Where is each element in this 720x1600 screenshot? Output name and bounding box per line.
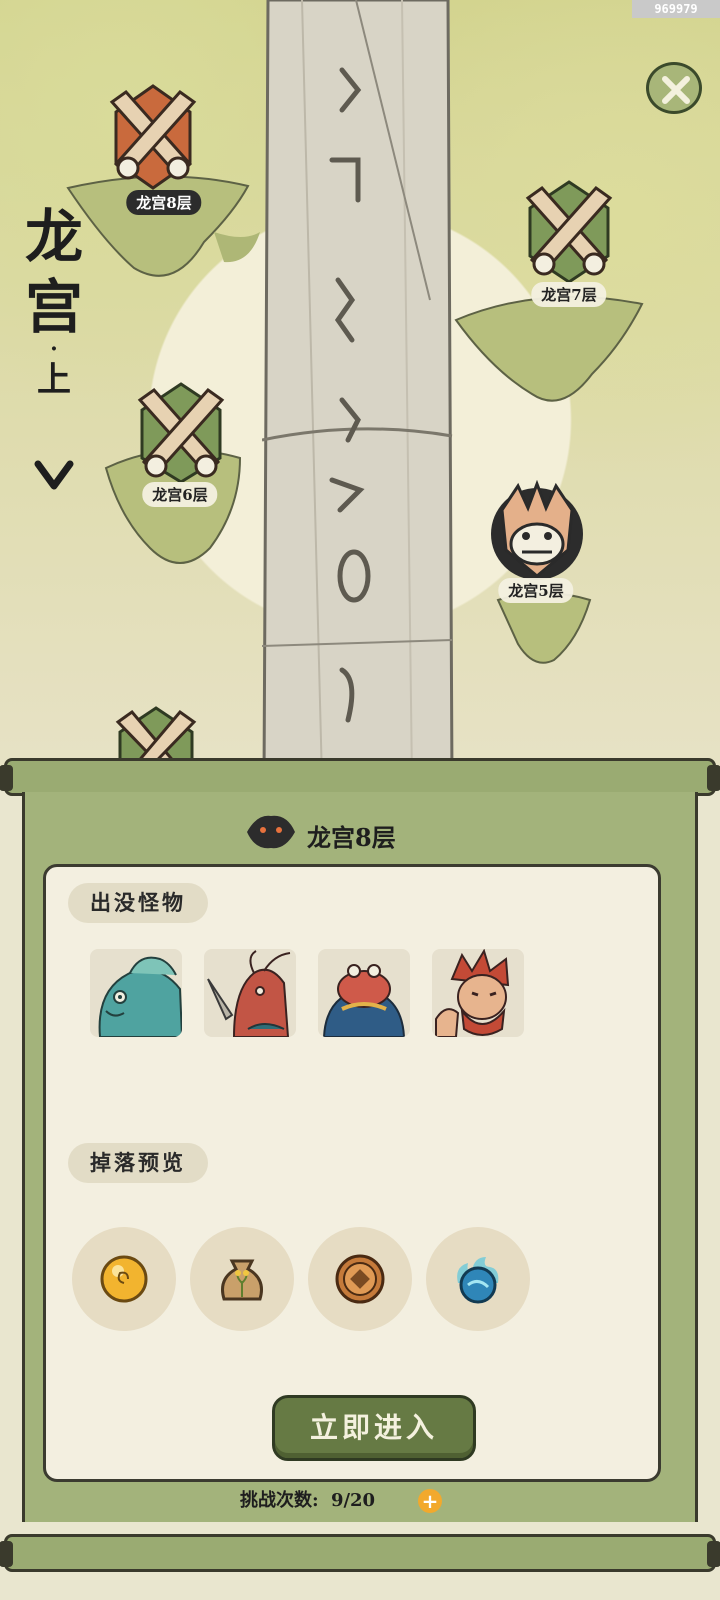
attempts-label: 挑战次数: <box>240 1490 319 1511</box>
crossed-swords-icon <box>109 84 197 190</box>
level-node-8[interactable]: 龙宫8层 <box>64 82 264 302</box>
close-button[interactable] <box>646 62 702 114</box>
panel-content: 出没怪物 掉落预览 立即进入 <box>43 864 661 1482</box>
monster-crab[interactable] <box>318 949 410 1037</box>
challenge-attempts: 挑战次数: 9/20 + <box>240 1486 480 1516</box>
gold-orb-icon <box>100 1255 148 1303</box>
level-label: 龙宫5层 <box>498 578 574 603</box>
monster-shrimp[interactable] <box>204 949 296 1037</box>
level-label: 龙宫6层 <box>142 482 218 507</box>
scroll-bottom-rod <box>0 1534 720 1572</box>
watermark: 969979 <box>632 0 720 18</box>
panel-title: 龙宫8层 <box>307 823 396 852</box>
demon-mask-icon <box>247 815 295 849</box>
attempts-value: 9/20 <box>330 1490 376 1511</box>
drop-seed-bag[interactable] <box>190 1227 294 1331</box>
region-subtitle: 上 <box>37 360 71 400</box>
copper-coin-icon <box>335 1254 385 1304</box>
shrimp-soldier-icon <box>207 950 291 1037</box>
drop-spirit-orb[interactable] <box>426 1227 530 1331</box>
fish-monster-icon <box>98 956 182 1037</box>
crossed-swords-icon <box>525 180 613 284</box>
monsters-section-label: 出没怪物 <box>68 883 208 923</box>
crab-general-icon <box>322 964 406 1037</box>
panel-header: 龙宫8层 <box>25 798 695 856</box>
spirit-flame-orb-icon <box>457 1257 499 1304</box>
level-node-5[interactable]: 龙宫5层 <box>474 480 604 680</box>
region-title-dot: · <box>50 336 58 362</box>
level-label: 龙宫8层 <box>126 190 202 215</box>
red-haired-ogre-icon <box>435 949 510 1037</box>
monster-fish[interactable] <box>90 949 182 1037</box>
close-icon <box>662 76 690 104</box>
monster-ogre[interactable] <box>432 949 524 1037</box>
dragon-boss-icon <box>491 480 583 580</box>
drop-copper-coin[interactable] <box>308 1227 412 1331</box>
stone-pillar <box>262 0 454 780</box>
drop-gold-orb[interactable] <box>72 1227 176 1331</box>
chevron-down-icon[interactable] <box>34 458 74 492</box>
level-node-6[interactable]: 龙宫6层 <box>100 382 260 582</box>
seed-bag-icon <box>221 1259 263 1301</box>
stage-info-panel: 龙宫8层 出没怪物 掉落预览 立即进入 <box>22 792 698 1522</box>
add-attempts-button[interactable]: + <box>418 1489 442 1513</box>
crossed-swords-icon <box>137 382 225 484</box>
level-label: 龙宫7层 <box>531 282 607 307</box>
level-node-7[interactable]: 龙宫7层 <box>452 180 652 420</box>
scroll-top-rod <box>0 758 720 796</box>
enter-now-button[interactable]: 立即进入 <box>272 1395 476 1461</box>
drops-section-label: 掉落预览 <box>68 1143 208 1183</box>
